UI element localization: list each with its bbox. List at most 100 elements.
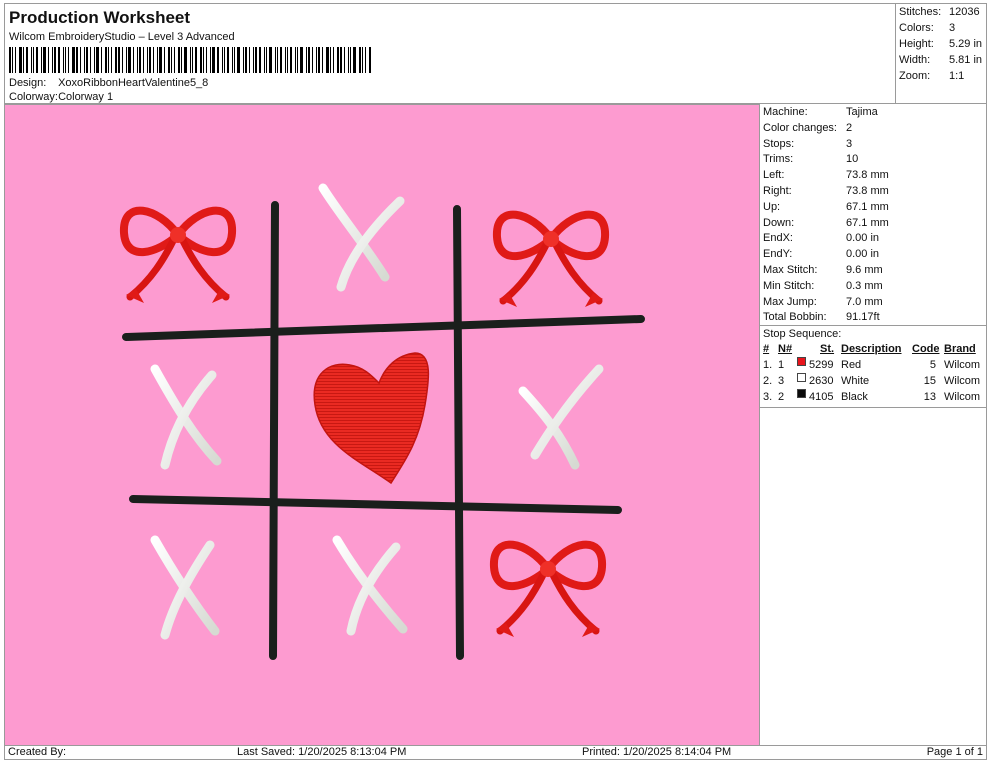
stat-label: Machine: bbox=[763, 106, 808, 118]
barcode-bar bbox=[72, 47, 75, 73]
barcode-bar bbox=[243, 47, 244, 73]
barcode-bar bbox=[105, 47, 107, 73]
worksheet-header: Production Worksheet Wilcom EmbroiderySt… bbox=[4, 3, 896, 104]
stat-label: Color changes: bbox=[763, 121, 837, 134]
barcode-bar bbox=[269, 47, 272, 73]
stat-label: Right: bbox=[763, 185, 792, 197]
barcode-bar bbox=[31, 47, 32, 73]
barcode-bar bbox=[195, 47, 197, 73]
thread-brand: Wilcom bbox=[944, 359, 981, 371]
grid-line-horizontal-top bbox=[122, 315, 645, 341]
thread-stitches: 4105 bbox=[809, 391, 834, 403]
width-value: 5.81 in bbox=[949, 54, 983, 66]
stat-value: 9.6 mm bbox=[846, 264, 883, 276]
barcode-bar bbox=[168, 47, 170, 73]
col-needle: N# bbox=[778, 343, 793, 355]
barcode-bar bbox=[147, 47, 148, 73]
barcode-bar bbox=[115, 47, 117, 73]
page-title: Production Worksheet bbox=[9, 8, 191, 27]
barcode-bar bbox=[153, 47, 154, 73]
x-mark-icon bbox=[318, 183, 405, 292]
col-brand: Brand bbox=[944, 343, 976, 355]
barcode-bar bbox=[350, 47, 351, 73]
barcode-bar bbox=[210, 47, 211, 73]
stat-label: EndX: bbox=[763, 232, 793, 245]
stop-num: 2. bbox=[763, 375, 773, 387]
needle-num: 2 bbox=[778, 391, 785, 403]
stat-row: Color changes: 2 bbox=[763, 120, 852, 136]
printed-date: Printed: 1/20/2025 8:14:04 PM bbox=[582, 746, 732, 758]
barcode-bar bbox=[316, 47, 317, 73]
thread-code: 15 bbox=[923, 375, 936, 387]
stat-row: Down: 67.1 mm bbox=[763, 215, 889, 231]
colorway-row: Colorway: Colorway 1 bbox=[9, 91, 113, 103]
stat-value: 7.0 mm bbox=[846, 295, 883, 308]
stat-row: Machine: Tajima bbox=[763, 104, 878, 120]
barcode-bar bbox=[237, 47, 240, 73]
heart-icon bbox=[313, 352, 430, 485]
color-swatch-icon bbox=[797, 357, 806, 366]
barcode-bar bbox=[48, 47, 49, 73]
barcode-bar bbox=[122, 47, 123, 73]
stat-value: 73.8 mm bbox=[846, 169, 889, 182]
barcode-bar bbox=[96, 47, 99, 73]
grid-line-vertical-left bbox=[269, 201, 279, 660]
barcode-bar bbox=[12, 47, 13, 73]
barcode-bar bbox=[181, 47, 182, 73]
barcode-bar bbox=[111, 47, 112, 73]
barcode-bar bbox=[227, 47, 229, 73]
design-preview[interactable] bbox=[4, 104, 759, 745]
barcode-bar bbox=[337, 47, 339, 73]
stat-label: Max Jump: bbox=[763, 295, 817, 308]
barcode-bar bbox=[300, 47, 303, 73]
barcode-bar bbox=[200, 47, 202, 73]
stop-sequence-row: 2. 3 2630 White 15 Wilcom bbox=[760, 373, 986, 389]
barcode-bar bbox=[76, 47, 78, 73]
barcode-bar bbox=[54, 47, 56, 73]
thread-brand: Wilcom bbox=[944, 391, 981, 403]
stat-value: 0.00 in bbox=[846, 232, 880, 245]
grid-line-vertical-right bbox=[453, 205, 464, 660]
grid-line-horizontal-bottom bbox=[129, 495, 622, 514]
barcode-bar bbox=[318, 47, 320, 73]
color-swatch-icon bbox=[797, 389, 806, 398]
stat-value: 67.1 mm bbox=[846, 216, 889, 229]
stat-row: Max Stitch: 9.6 mm bbox=[763, 262, 883, 278]
barcode-bar bbox=[290, 47, 292, 73]
barcode-bar bbox=[90, 47, 91, 73]
x-mark-icon bbox=[332, 535, 408, 636]
barcode-bar bbox=[217, 47, 219, 73]
stat-row: Right: 73.8 mm bbox=[763, 183, 889, 199]
stat-label: Left: bbox=[763, 169, 785, 182]
barcode-bar bbox=[308, 47, 310, 73]
barcode-bar bbox=[212, 47, 215, 73]
thread-brand: Wilcom bbox=[944, 375, 981, 387]
stat-label: Min Stitch: bbox=[763, 279, 815, 292]
barcode-bar bbox=[159, 47, 162, 73]
thread-description: Black bbox=[841, 391, 868, 403]
barcode-bar bbox=[43, 47, 46, 73]
stat-row: Total Bobbin: 91.17ft bbox=[763, 309, 880, 325]
barcode-bar bbox=[171, 47, 172, 73]
page-number: Page 1 of 1 bbox=[926, 746, 983, 758]
barcode-bar bbox=[178, 47, 180, 73]
stat-value: 3 bbox=[846, 137, 853, 150]
barcode-bar bbox=[23, 47, 24, 73]
height-value: 5.29 in bbox=[949, 38, 983, 50]
barcode-bar bbox=[266, 47, 267, 73]
barcode-bar bbox=[312, 47, 313, 73]
barcode-bar bbox=[133, 47, 134, 73]
barcode-bar bbox=[19, 47, 22, 73]
zoom-row: Zoom: 1:1 bbox=[899, 70, 965, 82]
barcode-bar bbox=[84, 47, 85, 73]
barcode-bar bbox=[58, 47, 60, 73]
barcode-bar bbox=[26, 47, 28, 73]
stop-sequence-row: 1. 1 5299 Red 5 Wilcom bbox=[760, 357, 986, 373]
barcode-bar bbox=[137, 47, 138, 73]
design-label: Design: bbox=[9, 77, 47, 89]
barcode-bar bbox=[297, 47, 298, 73]
barcode-bar bbox=[330, 47, 331, 73]
stat-value: 10 bbox=[846, 153, 859, 166]
barcode-bar bbox=[65, 47, 66, 73]
barcode-bar bbox=[139, 47, 141, 73]
